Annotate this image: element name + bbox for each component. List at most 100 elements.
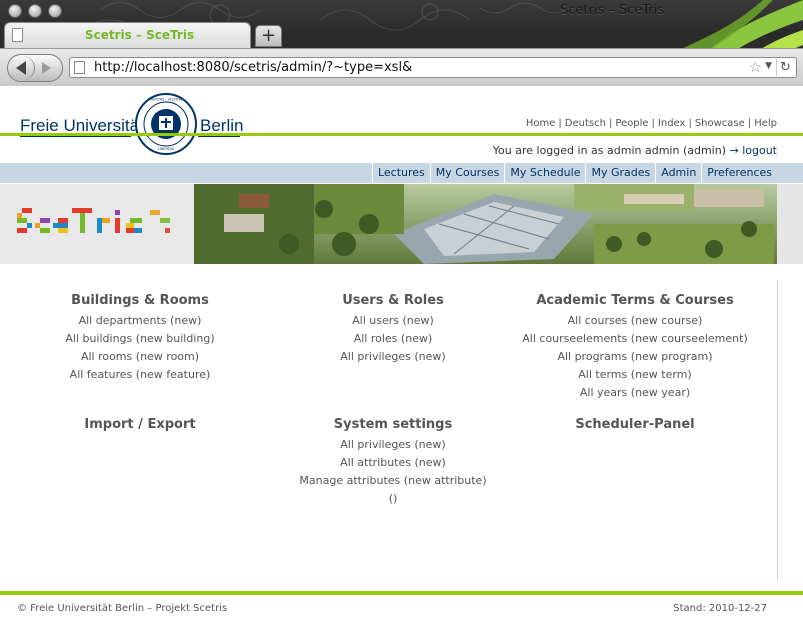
list-item: Manage attributes (new attribute): [299, 474, 487, 487]
link-new-program[interactable]: new program: [635, 350, 708, 363]
link-system-new-privilege[interactable]: new: [419, 438, 442, 451]
link-all-courseelements[interactable]: All courseelements: [522, 332, 627, 345]
link-all-rooms[interactable]: All rooms: [81, 350, 132, 363]
link-new-role[interactable]: new: [405, 332, 428, 345]
link-system-all-privileges[interactable]: All privileges: [340, 438, 411, 451]
tab-title: Scetris – SceTris: [85, 28, 195, 42]
footer-copyright: © Freie Universität Berlin – Projekt Sce…: [17, 603, 228, 614]
list-item-empty: (): [388, 492, 398, 505]
link-new-building[interactable]: new building: [140, 332, 210, 345]
link-index[interactable]: Index: [658, 118, 686, 129]
minimize-window-button[interactable]: [28, 4, 42, 18]
section-title-users: Users & Roles: [342, 293, 444, 308]
top-links: Home | Deutsch | People | Index | Showcase | Help: [525, 118, 777, 129]
menu-item-my-courses[interactable]: My Courses: [429, 163, 505, 183]
banner-right-edge: [777, 184, 803, 264]
link-new-feature[interactable]: new feature: [140, 368, 206, 381]
list-item: All courses (new course): [567, 314, 703, 327]
back-forward-control: [7, 54, 63, 82]
bookmark-star-icon[interactable]: ☆: [749, 58, 762, 76]
list-item: All programs (new program): [557, 350, 713, 363]
back-button[interactable]: [9, 56, 35, 80]
section-scheduler-panel: Scheduler-Panel: [535, 414, 735, 436]
window-title: Scetris – SceTris: [560, 3, 665, 18]
address-bar[interactable]: http://localhost:8080/scetris/admin/?~ty…: [69, 57, 797, 78]
list-item: All privileges (new): [340, 350, 446, 363]
page-icon: [12, 28, 23, 42]
link-deutsch[interactable]: Deutsch: [565, 118, 606, 129]
link-new-attributes[interactable]: new: [419, 456, 442, 469]
link-all-courses[interactable]: All courses: [568, 314, 628, 327]
reload-button[interactable]: ↻: [776, 59, 794, 76]
campus-aerial-image: [194, 184, 777, 264]
link-new-courseelement[interactable]: new courseelement: [635, 332, 743, 345]
section-title-system: System settings: [333, 417, 453, 432]
navigation-toolbar: http://localhost:8080/scetris/admin/?~ty…: [0, 48, 803, 86]
login-text: You are logged in as admin admin (admin): [492, 144, 726, 157]
list-item: All buildings (new building): [65, 332, 215, 345]
list-item: All attributes (new): [340, 456, 446, 469]
link-new-user[interactable]: new: [407, 314, 430, 327]
link-new-term[interactable]: new term: [635, 368, 687, 381]
section-users-roles: Users & Roles All users (new) All roles …: [293, 290, 493, 366]
link-all-roles[interactable]: All roles: [354, 332, 398, 345]
menu-item-lectures[interactable]: Lectures: [371, 163, 430, 183]
link-all-features[interactable]: All features: [70, 368, 133, 381]
list-item: All departments (new): [78, 314, 202, 327]
list-item: All rooms (new room): [80, 350, 200, 363]
zoom-window-button[interactable]: [48, 4, 62, 18]
content-divider: [777, 280, 778, 580]
section-title-import[interactable]: Import / Export: [40, 414, 240, 436]
link-all-departments[interactable]: All departments: [79, 314, 167, 327]
section-title-scheduler[interactable]: Scheduler-Panel: [535, 414, 735, 436]
list-item: All privileges (new): [340, 438, 446, 451]
section-buildings-rooms: Buildings & Rooms All departments (new) …: [40, 290, 240, 384]
link-manage-attributes[interactable]: Manage attributes: [299, 474, 400, 487]
menu-item-preferences[interactable]: Preferences: [701, 163, 777, 183]
link-people[interactable]: People: [615, 118, 648, 129]
list-item: All users (new): [352, 314, 434, 327]
list-item: All terms (new term): [578, 368, 692, 381]
svg-text:VERITAS · IUSTITIA: VERITAS · IUSTITIA: [150, 98, 183, 102]
list-item: All roles (new): [353, 332, 433, 345]
link-new-privilege[interactable]: new: [419, 350, 442, 363]
link-all-users[interactable]: All users: [352, 314, 399, 327]
list-item: All courseelements (new courseelement): [522, 332, 748, 345]
list-item: All features (new feature): [69, 368, 211, 381]
url-text[interactable]: http://localhost:8080/scetris/admin/?~ty…: [94, 60, 412, 75]
new-tab-button[interactable]: +: [255, 25, 282, 47]
link-all-terms[interactable]: All terms: [578, 368, 627, 381]
close-window-button[interactable]: [8, 4, 22, 18]
url-dropdown-icon[interactable]: ▼: [765, 61, 772, 71]
link-help[interactable]: Help: [754, 118, 777, 129]
link-new-room[interactable]: new room: [140, 350, 195, 363]
header-accent-bar: [0, 133, 803, 136]
link-all-privileges[interactable]: All privileges: [340, 350, 411, 363]
link-all-years[interactable]: All years: [580, 386, 627, 399]
browser-chrome: Scetris – SceTris Scetris – SceTris + ht…: [0, 0, 803, 86]
browser-tab[interactable]: Scetris – SceTris: [4, 22, 251, 48]
list-item: All years (new year): [579, 386, 691, 399]
footer-date: Stand: 2010-12-27: [673, 603, 767, 614]
link-showcase[interactable]: Showcase: [695, 118, 745, 129]
university-seal-icon: VERITAS · IUSTITIA LIBERTAS: [135, 93, 197, 155]
link-new-department[interactable]: new: [174, 314, 197, 327]
section-title-buildings: Buildings & Rooms: [71, 293, 209, 308]
section-title-academic: Academic Terms & Courses: [536, 293, 734, 308]
menu-item-admin[interactable]: Admin: [655, 163, 701, 183]
link-new-course[interactable]: new course: [635, 314, 698, 327]
menu-item-my-grades[interactable]: My Grades: [585, 163, 655, 183]
link-home[interactable]: Home: [526, 118, 556, 129]
logout-link[interactable]: → logout: [730, 144, 778, 157]
menu-item-my-schedule[interactable]: My Schedule: [504, 163, 585, 183]
page-favicon-icon: [74, 61, 85, 74]
link-all-attributes[interactable]: All attributes: [340, 456, 411, 469]
link-all-programs[interactable]: All programs: [557, 350, 627, 363]
link-all-buildings[interactable]: All buildings: [65, 332, 132, 345]
link-new-year[interactable]: new year: [635, 386, 686, 399]
scetris-logo-area: [0, 184, 194, 264]
login-status: You are logged in as admin admin (admin)…: [493, 144, 777, 157]
svg-text:LIBERTAS: LIBERTAS: [158, 147, 175, 151]
link-new-attribute[interactable]: new attribute: [408, 474, 482, 487]
footer-accent-bar: [0, 591, 803, 595]
